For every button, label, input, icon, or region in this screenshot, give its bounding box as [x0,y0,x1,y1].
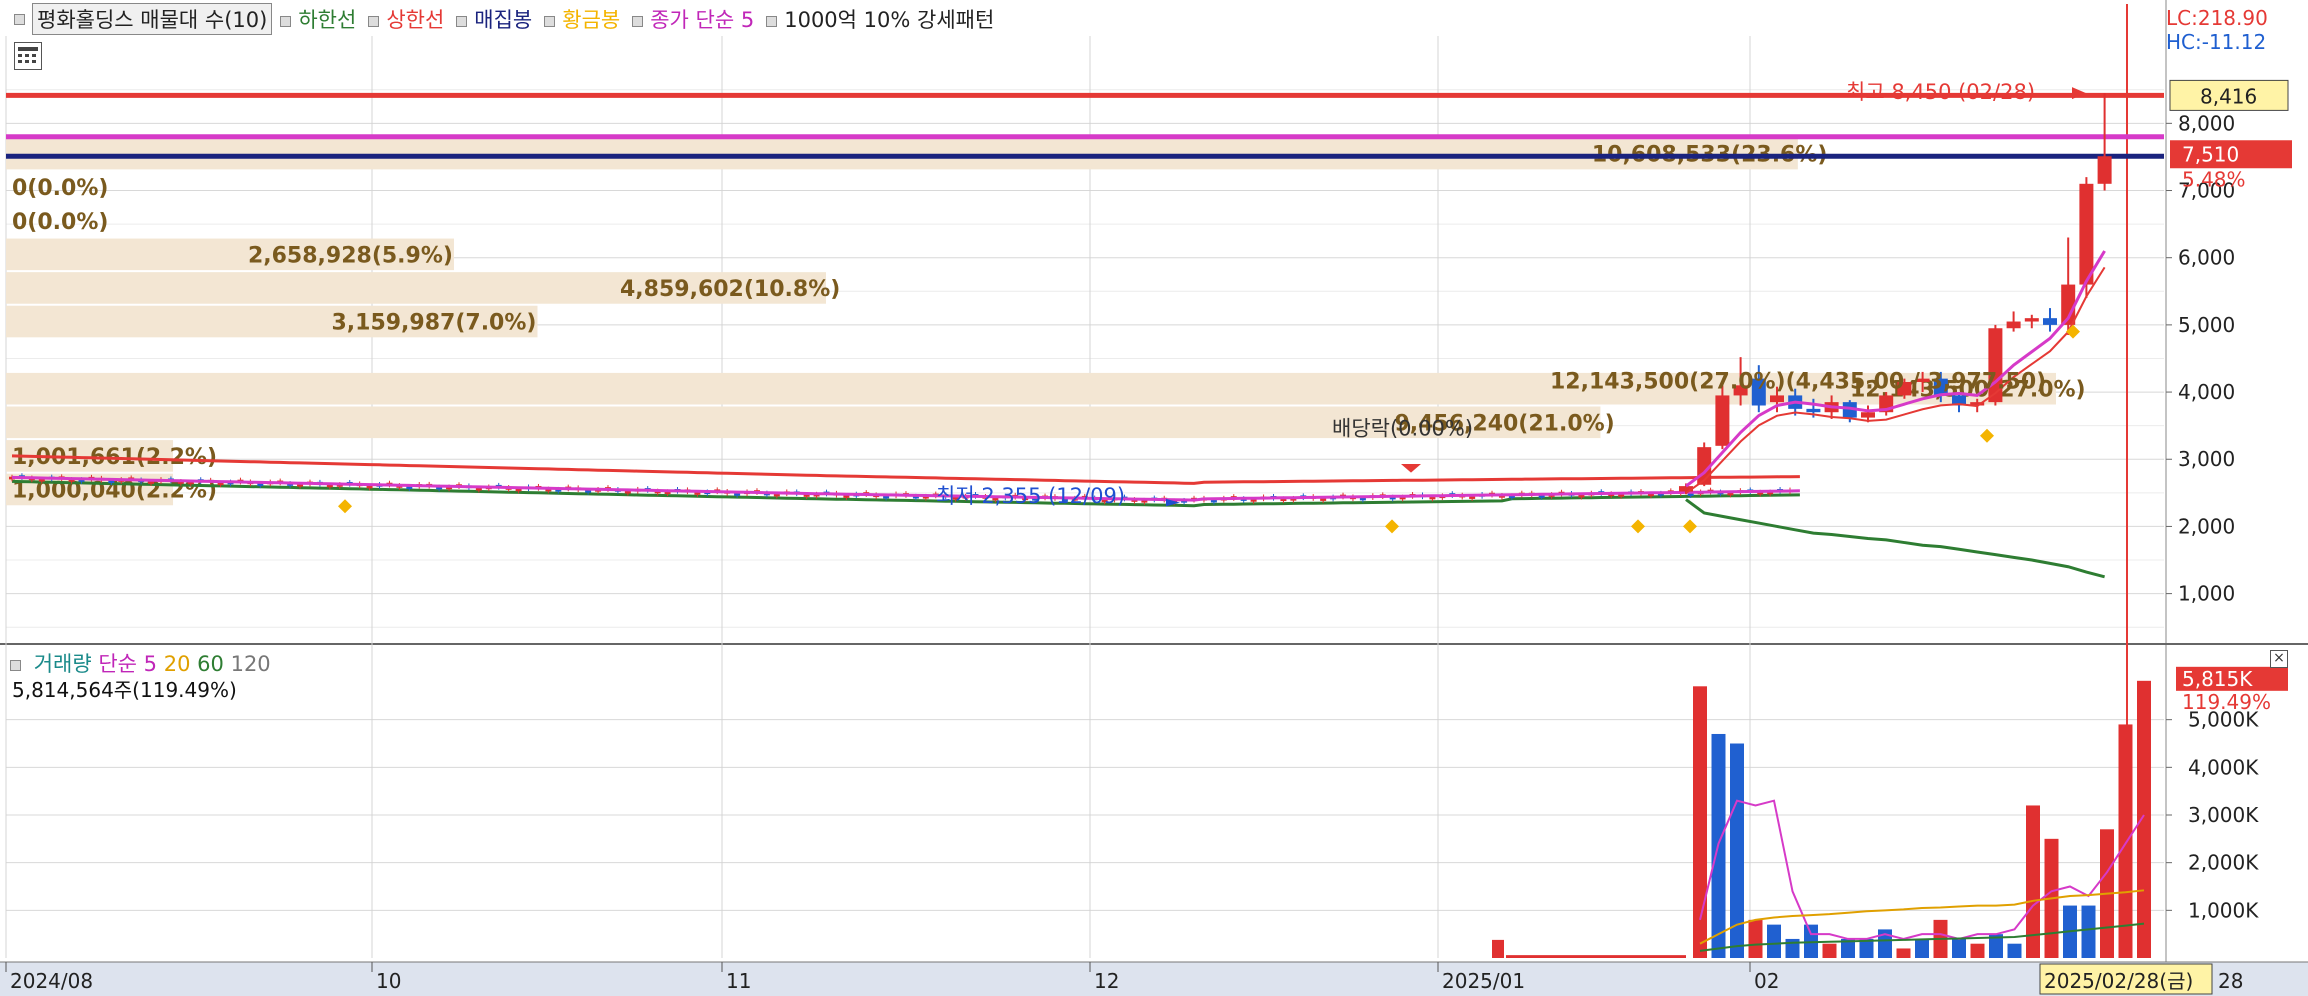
volume-profile-label: 3,159,987(7.0%) [331,311,536,336]
volume-badge-label: 5,815K [2182,667,2253,691]
legend-toggle-icon[interactable] [544,15,556,27]
legend-toggle-icon[interactable] [766,15,778,27]
time-tick-label: 11 [726,969,751,993]
candle-body [1715,395,1730,446]
lowest-price-label: 최저 2,355 (12/09) [936,484,1125,508]
time-tick-label: 2024/08 [10,969,93,993]
x-axis-background [0,962,2308,996]
volume-bar [1492,939,1504,958]
legend-item[interactable]: 황금봉 [562,8,620,32]
volume-bar [1915,938,1929,958]
volume-bar [2007,943,2022,958]
volume-bar [1970,943,1985,958]
volume-profile-label: 0(0.0%) [12,176,108,201]
time-tick-label: 12 [1094,969,1119,993]
volume-ma5-period: 5 [143,652,158,676]
volume-profile-label: 4,859,602(10.8%) [620,277,840,302]
legend-toggle-icon[interactable] [456,15,468,27]
stock-chart-canvas[interactable]: 1,0002,0003,0004,0005,0006,0007,0008,000… [0,0,2308,996]
candle-body [2097,156,2112,184]
volume-bar [1730,743,1744,958]
legend-item[interactable]: 하한선 [298,8,356,32]
hc-value: HC:-11.12 [2166,30,2267,54]
highest-price-label: 최고 8,450 (02/28) [1846,80,2035,104]
volume-tick-label: 4,000K [2188,755,2259,779]
change-pct-label: 5.48% [2182,167,2246,191]
price-tick-label: 3,000 [2178,447,2235,471]
volume-bar [2137,680,2151,958]
legend-toggle-icon[interactable] [280,15,292,27]
price-tick-label: 4,000 [2178,380,2235,404]
volume-bar [1748,919,1763,958]
candle-body [1770,395,1784,403]
legend-toggle-icon[interactable] [632,15,644,27]
candle-body [1806,408,1821,413]
price-tick-label: 8,000 [2178,111,2235,135]
calculator-icon[interactable] [14,42,42,70]
volume-profile-bar [6,137,1798,170]
price-tick-label: 2,000 [2178,514,2235,538]
price-tick-label: 6,000 [2178,246,2235,270]
legend-toggle-icon[interactable] [368,15,380,27]
volume-bar [2118,724,2133,958]
volume-bar [1896,948,1911,958]
volume-ma20-period: 20 [163,652,191,676]
volume-legend-name: 거래량 [33,652,92,676]
candle-body [2006,321,2021,329]
volume-bar [1952,938,1966,958]
volume-bar [1822,943,1837,958]
current-date-label: 2025/02/28(금) [2044,969,2193,993]
volume-ma-label: 단순 [98,652,137,676]
high-price-badge-label: 8,416 [2200,84,2257,108]
chart-legend-bar: 평화홀딩스 매물대 수(10) 하한선 상한선 매집봉 황금봉 종가 단순 5 1000억… [6,3,998,35]
volume-bar [1767,924,1781,958]
price-tick-label: 1,000 [2178,582,2235,606]
legend-item[interactable]: 종가 단순 5 [650,8,754,32]
legend-items: 하한선 상한선 매집봉 황금봉 종가 단순 5 1000억 10% 강세패턴 [272,4,998,34]
candle-body [2079,183,2094,285]
volume-summary: 5,814,564주(119.49%) [12,678,237,702]
pattern-label: 12,143,500(27.0%)(4,435.00 / 3,977.50) [1550,370,2046,395]
time-tick-label: 02 [1754,969,1779,993]
legend-item[interactable]: 매집봉 [474,8,532,32]
time-tick-label: 28 [2218,969,2243,993]
candle-body [1861,412,1875,418]
volume-tick-label: 3,000K [2188,803,2259,827]
price-tick-label: 5,000 [2178,313,2235,337]
volume-badge-pct: 119.49% [2182,690,2271,714]
volume-ma60-period: 60 [197,652,224,676]
volume-bar [2081,905,2096,958]
volume-profile-label: 2,658,928(5.9%) [248,243,453,268]
candle-body [2024,318,2039,322]
volume-bar-low [1506,955,1686,958]
volume-toggle-icon[interactable] [10,659,21,671]
volume-ma120-period: 120 [230,652,271,676]
time-tick-label: 10 [376,969,401,993]
close-icon[interactable]: × [2270,650,2288,668]
indicator-title[interactable]: 평화홀딩스 매물대 수(10) [32,3,273,35]
volume-tick-label: 1,000K [2188,898,2259,922]
candle-body [2043,318,2057,325]
lc-value: LC:218.90 [2166,6,2268,30]
time-tick-label: 2025/01 [1442,969,1525,993]
volume-tick-label: 2,000K [2188,851,2259,875]
volume-profile-label: 0(0.0%) [12,210,108,235]
current-price-badge-label: 7,510 [2182,142,2239,166]
title-toggle-icon[interactable] [14,13,25,25]
legend-item[interactable]: 상한선 [386,8,444,32]
legend-item[interactable]: 1000억 10% 강세패턴 [784,8,994,32]
dividend-label: 배당락(0.00%) [1332,417,1473,441]
